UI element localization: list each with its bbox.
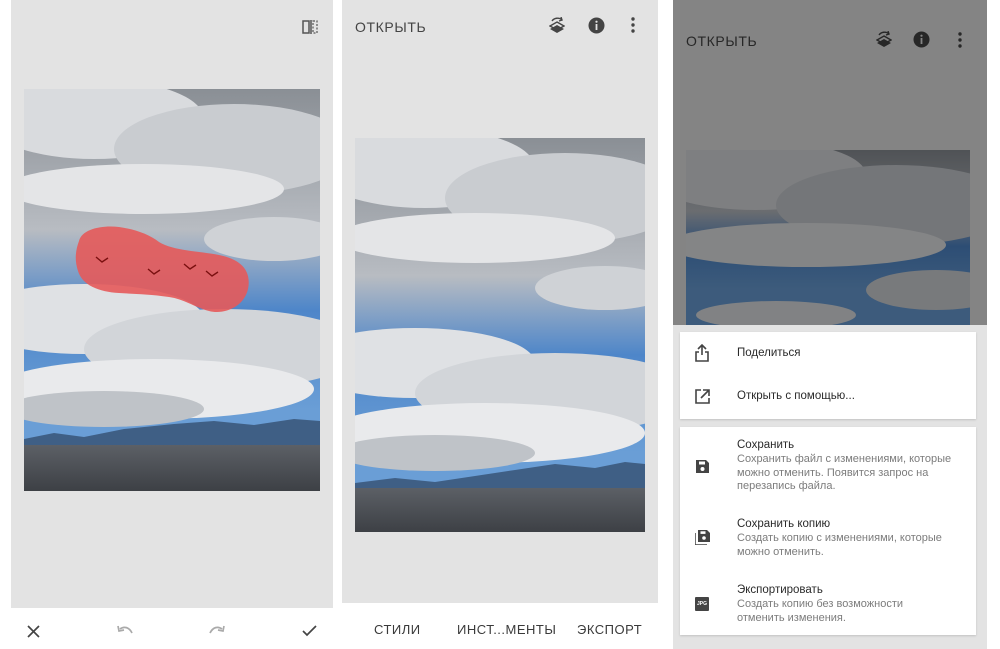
share-icon	[695, 344, 709, 362]
save-description-line: можно отменить. Появится запрос на	[737, 466, 929, 479]
menu-item-share[interactable]: Поделиться	[680, 332, 976, 375]
export-description-line: отменить изменения.	[737, 611, 846, 624]
jpg-icon: JPG	[695, 597, 709, 611]
tab-export[interactable]: ЭКСПОРТ	[577, 622, 642, 637]
open-button[interactable]: ОТКРЫТЬ	[355, 19, 426, 35]
check-icon[interactable]	[302, 625, 317, 637]
photo-canvas[interactable]	[24, 89, 320, 491]
save-copy-description: Создать копию с изменениями, которые мож…	[737, 532, 973, 559]
undo-icon[interactable]	[116, 625, 134, 637]
main-editor-screen: ОТКРЫТЬ СТИЛИ ИНСТ...МЕНТЫ ЭКСПОРТ	[342, 0, 658, 649]
menu-item-save[interactable]: Сохранить Сохранить файл с изменениями, …	[680, 427, 976, 499]
export-description-line: Создать копию без возможности	[737, 598, 904, 610]
save-label: Сохранить	[737, 439, 795, 451]
jpg-icon-label: JPG	[696, 601, 707, 607]
redo-icon[interactable]	[208, 625, 226, 637]
save-icon	[696, 460, 709, 473]
save-description-line: перезапись файла.	[737, 480, 836, 492]
photo-preview[interactable]	[355, 138, 645, 532]
layers-undo-icon[interactable]	[549, 17, 565, 35]
info-icon[interactable]	[588, 17, 605, 34]
close-icon[interactable]	[27, 625, 40, 638]
open-with-label: Открыть с помощью...	[737, 390, 855, 402]
save-menu-card: Сохранить Сохранить файл с изменениями, …	[680, 427, 976, 635]
save-copy-description-line: Создать копию с изменениями, которые	[737, 532, 942, 544]
save-copy-description-line: можно отменить.	[737, 545, 824, 558]
menu-item-export[interactable]: JPG Экспортировать Создать копию без воз…	[680, 577, 976, 633]
retouch-screen	[11, 0, 333, 649]
tab-tools[interactable]: ИНСТ...МЕНТЫ	[457, 622, 556, 637]
share-menu-card: Поделиться Открыть с помощью...	[680, 332, 976, 419]
save-description-line: Сохранить файл с изменениями, которые	[737, 453, 952, 465]
dim-overlay[interactable]	[673, 0, 987, 325]
export-label: Экспортировать	[737, 584, 823, 596]
menu-item-save-copy[interactable]: Сохранить копию Создать копию с изменени…	[680, 511, 976, 567]
tab-styles[interactable]: СТИЛИ	[374, 622, 421, 637]
compare-icon[interactable]	[302, 19, 318, 35]
export-description: Создать копию без возможности отменить и…	[737, 598, 973, 625]
share-label: Поделиться	[737, 347, 801, 359]
export-menu-screen: ОТКРЫТЬ Поделиться Открыть с помощью... …	[673, 0, 987, 649]
save-copy-icon	[695, 530, 710, 545]
more-vert-icon[interactable]	[631, 17, 635, 33]
open-external-icon	[695, 389, 710, 404]
save-copy-label: Сохранить копию	[737, 518, 831, 530]
menu-item-open-with[interactable]: Открыть с помощью...	[680, 375, 976, 419]
save-description: Сохранить файл с изменениями, которые мо…	[737, 453, 973, 494]
retouch-bottom-bar	[11, 608, 333, 649]
